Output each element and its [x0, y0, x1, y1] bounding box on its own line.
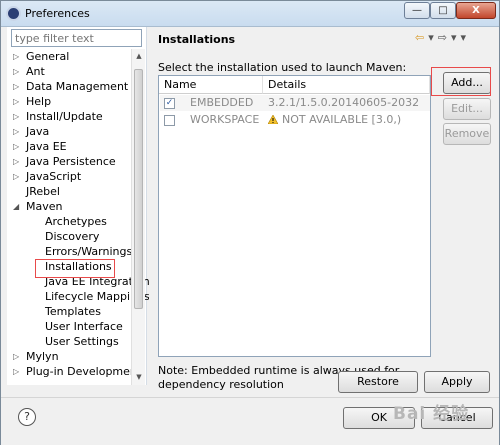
expand-arrow-icon[interactable]: ▷	[13, 124, 23, 139]
forward-menu-icon[interactable]: ▾	[451, 31, 457, 44]
tree-item-label: Java	[26, 125, 50, 138]
tree-item-label: Archetypes	[45, 215, 107, 228]
scroll-down-arrow-icon[interactable]: ▼	[134, 373, 144, 381]
tree-item-label: Plug-in Development	[26, 365, 142, 378]
expand-arrow-icon[interactable]: ▷	[13, 139, 23, 154]
tree-item-label: Mylyn	[26, 350, 59, 363]
page-description: Select the installation used to launch M…	[158, 61, 407, 74]
row-checkbox[interactable]: ✓	[164, 98, 175, 109]
apply-button[interactable]: Apply	[424, 371, 490, 393]
highlight-installations	[35, 259, 115, 278]
tree-item-label: General	[26, 50, 70, 63]
collapse-arrow-icon[interactable]: ◢	[13, 199, 23, 214]
title-bar: Preferences — □ X	[1, 1, 499, 27]
expand-arrow-icon[interactable]: ▷	[13, 169, 23, 184]
expand-arrow-icon[interactable]: ▷	[13, 79, 23, 94]
remove-button[interactable]: Remove	[443, 123, 491, 145]
tree-item-label: Java Persistence	[26, 155, 116, 168]
expand-arrow-icon[interactable]: ▷	[13, 349, 23, 364]
installation-name: WORKSPACE	[190, 113, 260, 126]
minimize-button[interactable]: —	[404, 2, 430, 19]
tree-item-label: Java EE	[26, 140, 67, 153]
tree-item-label: Help	[26, 95, 52, 108]
back-arrow-icon[interactable]: ⇦	[415, 31, 424, 44]
tree-item-label: Install/Update	[26, 110, 103, 123]
page-navigation: ⇦ ▾ ⇨ ▾ ▾	[415, 31, 470, 44]
tree-item-label: Data Management	[26, 80, 129, 93]
tree-item-label: JavaScript	[26, 170, 82, 183]
preferences-window: Preferences — □ X ▷General ▷Ant ▷Data Ma…	[0, 0, 500, 445]
scrollbar-thumb[interactable]	[134, 69, 143, 309]
column-header-details[interactable]: Details	[263, 76, 430, 94]
expand-arrow-icon[interactable]: ▷	[13, 154, 23, 169]
eclipse-app-icon	[6, 6, 21, 21]
baidu-watermark: Bai 经验	[393, 404, 470, 424]
tree-item-label: Maven	[26, 200, 63, 213]
row-checkbox[interactable]	[164, 115, 175, 126]
window-title: Preferences	[25, 7, 90, 20]
expand-arrow-icon[interactable]: ▷	[13, 94, 23, 109]
tree-item-label: JRebel	[26, 185, 60, 198]
tree-item-label: User Interface	[45, 320, 123, 333]
expand-arrow-icon[interactable]: ▷	[13, 49, 23, 64]
expand-arrow-icon[interactable]: ▷	[13, 109, 23, 124]
forward-arrow-icon[interactable]: ⇨	[438, 31, 447, 44]
tree-item-label: Errors/Warnings	[45, 245, 133, 258]
maximize-button[interactable]: □	[430, 2, 456, 19]
tree-item-label: Templates	[45, 305, 101, 318]
page-title: Installations	[158, 33, 236, 46]
installation-name: EMBEDDED	[190, 96, 254, 109]
preference-tree-panel: ▷General ▷Ant ▷Data Management ▷Help ▷In…	[7, 27, 150, 385]
table-row[interactable]: ✓ EMBEDDED 3.2.1/1.5.0.20140605-2032	[160, 95, 430, 111]
installations-table: Name Details ✓ EMBEDDED 3.2.1/1.5.0.2014…	[158, 75, 431, 357]
tree-item-label: Ant	[26, 65, 45, 78]
close-button[interactable]: X	[456, 2, 496, 19]
highlight-add-button	[431, 67, 491, 96]
view-menu-icon[interactable]: ▾	[461, 31, 467, 44]
filter-input[interactable]	[11, 29, 142, 47]
column-header-name[interactable]: Name	[159, 76, 263, 94]
help-icon[interactable]: ?	[18, 408, 36, 426]
expand-arrow-icon[interactable]: ▷	[13, 364, 23, 379]
expand-arrow-icon[interactable]: ▷	[13, 64, 23, 79]
scroll-up-arrow-icon[interactable]: ▲	[134, 52, 144, 60]
tree-item-label: User Settings	[45, 335, 119, 348]
back-menu-icon[interactable]: ▾	[428, 31, 434, 44]
installation-details: NOT AVAILABLE [3.0,)	[282, 113, 402, 126]
installation-details: 3.2.1/1.5.0.20140605-2032	[268, 96, 420, 109]
tree-item-label: Discovery	[45, 230, 100, 243]
edit-button[interactable]: Edit...	[443, 98, 491, 120]
table-row[interactable]: WORKSPACE NOT AVAILABLE [3.0,)	[160, 112, 430, 128]
installation-details-wrap: NOT AVAILABLE [3.0,)	[268, 113, 401, 126]
tree-scrollbar[interactable]: ▲ ▼	[131, 49, 145, 385]
restore-defaults-button[interactable]: Restore Defaults	[338, 371, 418, 408]
warning-icon	[268, 115, 278, 124]
